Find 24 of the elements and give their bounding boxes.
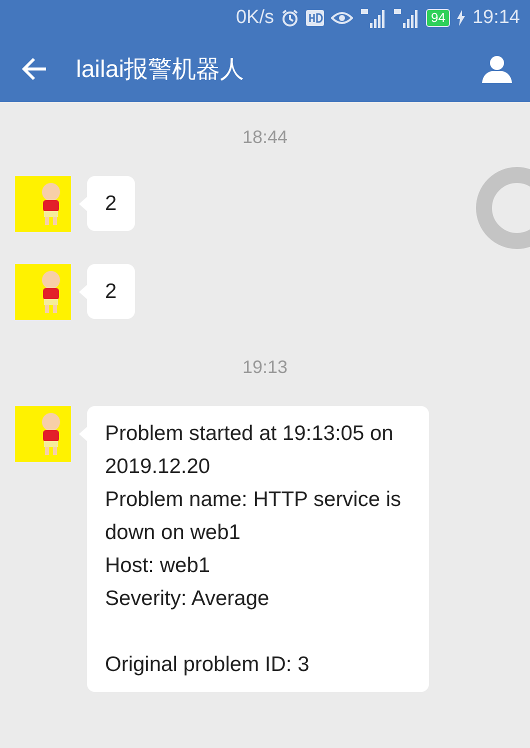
alarm-icon bbox=[280, 9, 299, 27]
back-arrow-icon[interactable] bbox=[22, 57, 48, 81]
avatar[interactable] bbox=[15, 406, 71, 462]
network-speed: 0K/s bbox=[236, 7, 274, 29]
battery-indicator: 94 bbox=[426, 9, 450, 27]
eye-icon bbox=[330, 10, 353, 26]
hd-icon bbox=[306, 10, 324, 26]
message-text: Host: web1 bbox=[105, 553, 212, 579]
avatar[interactable] bbox=[15, 176, 71, 232]
message-text: Problem name: HTTP service is down on web1 bbox=[105, 487, 402, 546]
person-icon[interactable] bbox=[482, 55, 512, 83]
avatar[interactable] bbox=[15, 264, 71, 320]
timestamp: 19:13 bbox=[242, 357, 288, 378]
message-text: 2 bbox=[105, 279, 117, 305]
chat-title: lailai报警机器人 bbox=[76, 55, 246, 85]
clock: 19:14 bbox=[472, 7, 520, 29]
timestamp: 18:44 bbox=[242, 127, 288, 148]
signal-icon bbox=[392, 8, 419, 28]
charging-icon bbox=[457, 10, 466, 26]
signal-icon bbox=[360, 8, 386, 28]
message-text: Original problem ID: 3 bbox=[105, 652, 310, 678]
message-text: Severity: Average bbox=[105, 586, 270, 612]
message-text: 2 bbox=[105, 191, 117, 217]
message-text: Problem started at 19:13:05 on 2019.12.20 bbox=[105, 421, 394, 480]
